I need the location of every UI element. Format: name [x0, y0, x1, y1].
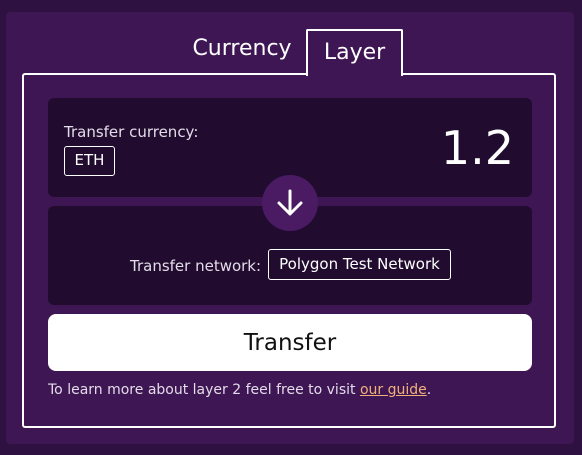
swap-direction-button[interactable]: [262, 175, 318, 231]
layer2-guide-note: To learn more about layer 2 feel free to…: [48, 383, 431, 397]
guide-note-suffix: .: [426, 382, 432, 398]
guide-note-text: To learn more about layer 2 feel free to…: [48, 382, 360, 398]
arrow-down-icon: [277, 189, 303, 216]
transfer-amount: 1.2: [440, 121, 514, 175]
layer-transfer-app: Currency Layer Transfer currency: ETH 1.…: [6, 12, 574, 444]
network-badge[interactable]: Polygon Test Network: [268, 249, 451, 280]
transfer-currency-label: Transfer currency:: [64, 123, 199, 141]
transfer-button[interactable]: Transfer: [48, 314, 532, 371]
our-guide-link[interactable]: our guide: [360, 382, 427, 398]
currency-badge[interactable]: ETH: [64, 146, 115, 176]
transfer-network-label: Transfer network:: [130, 257, 262, 275]
tab-layer[interactable]: Layer: [306, 29, 403, 76]
tab-currency[interactable]: Currency: [192, 38, 292, 68]
